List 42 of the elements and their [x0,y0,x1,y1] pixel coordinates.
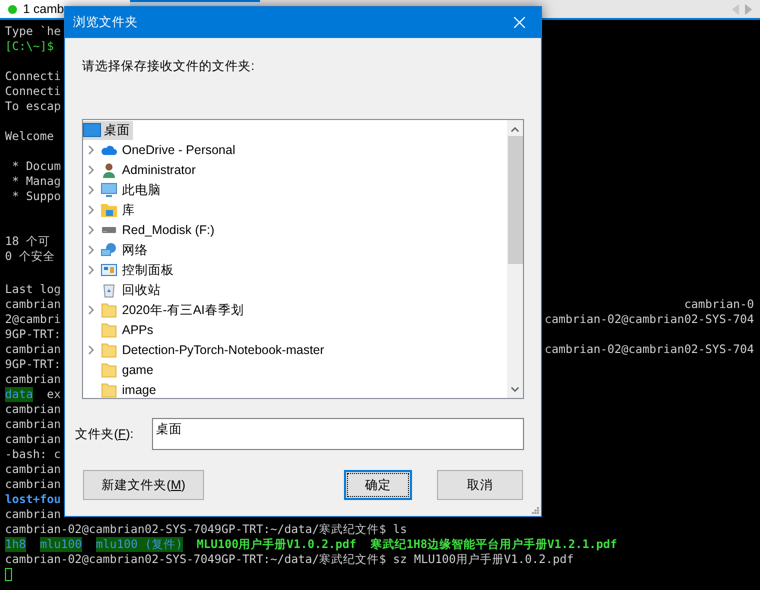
terminal-text: cambrian-02@cambrian02-SYS-7049GP-TRT:~/data/寒武纪文件$ sz MLU100用户手册V1.0.2.pdf [5,552,574,567]
instruction-text: 请选择保存接收文件的文件夹: [82,59,254,73]
terminal-text: * Suppo [10,189,61,204]
terminal-text: cambrian [5,297,61,312]
terminal-text: * Manag [10,174,61,189]
tab-label: 1 camb [23,0,64,18]
terminal-text: lost+fou [5,492,61,507]
terminal-text: Connecti [5,84,61,99]
terminal-text: cambrian-02@cambrian02-SYS-7049GP-TRT:~/data/寒武纪文件$ ls [5,522,408,537]
terminal-text: 9GP-TRT: [5,357,61,372]
terminal-text: -bash: c [5,447,61,462]
terminal-text: * Docum [10,159,61,174]
terminal-text: ex [46,387,61,402]
terminal-text: cambrian-02@cambrian02-SYS-704 [544,312,754,327]
terminal-text: 2@cambri [5,312,61,327]
terminal-text: Type `he [5,24,61,39]
folder-label: 文件夹(F): [75,426,134,443]
terminal-text: cambrian [5,342,61,357]
window-title: 浏览文件夹 [73,14,138,32]
terminal-text: MLU100用户手册V1.0.2.pdf [196,537,356,552]
terminal-text: Connecti [5,69,61,84]
terminal-text: 0 个安全 [5,249,55,264]
terminal-text: cambrian [5,432,61,447]
terminal-text: cambrian-02@cambrian02-SYS-704 [544,342,754,357]
terminal-text: cambrian [5,372,61,387]
terminal-text: 1h8 [5,537,26,552]
terminal-text: cambrian [5,507,61,522]
terminal-text: To escap [5,99,61,114]
terminal-text: cambrian [5,477,61,492]
terminal-text: mlu100 [40,537,82,552]
terminal-text: 寒武纪1H8边缘智能平台用户手册V1.2.1.pdf [370,537,618,552]
terminal-text: Last log [5,282,61,297]
terminal-text: 9GP-TRT: [5,327,61,342]
terminal-text: [C:\~]$ [5,39,54,54]
terminal-text: cambrian [5,417,61,432]
terminal-text: Welcome [5,129,54,144]
terminal-text: 18 个可 [5,234,50,249]
terminal-text: mlu100 (复件) [96,537,183,552]
terminal-text: cambrian [5,402,61,417]
terminal-text: data [5,387,33,402]
terminal-text: cambrian [5,462,61,477]
terminal-text: cambrian-0 [684,297,754,312]
